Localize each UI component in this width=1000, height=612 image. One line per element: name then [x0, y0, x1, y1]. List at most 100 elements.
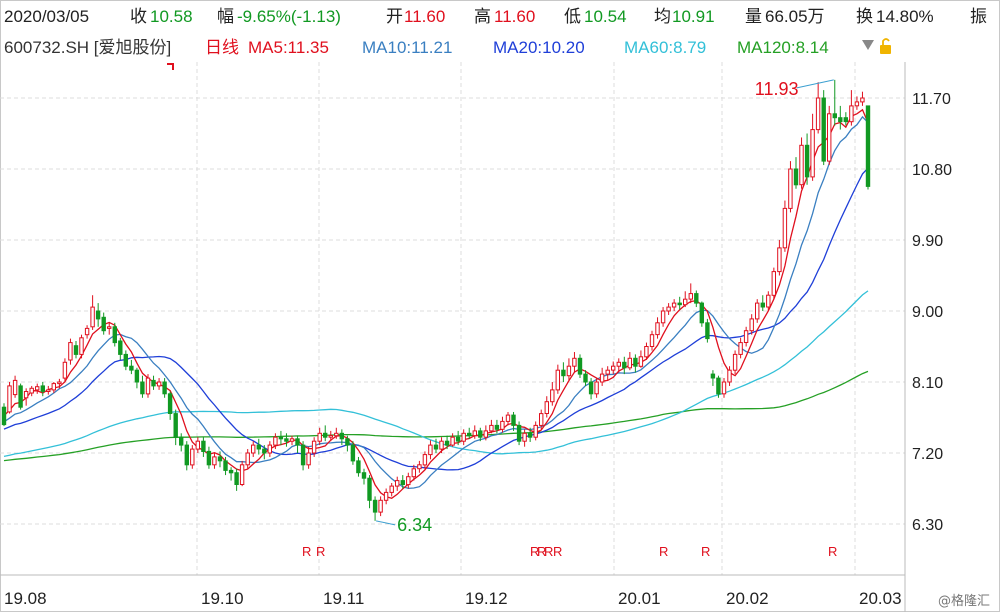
- candle-body: [95, 310, 101, 320]
- candle: [660, 307, 666, 327]
- candle: [777, 240, 782, 276]
- candle-body: [328, 435, 334, 438]
- turnover-value: 14.80%: [876, 7, 934, 26]
- candle: [289, 435, 295, 446]
- candle-body: [383, 491, 389, 501]
- x-tick-label: 20.03: [859, 589, 902, 608]
- volume-value: 66.05万: [765, 7, 825, 26]
- candle: [40, 382, 45, 397]
- candle: [129, 359, 134, 375]
- x-tick-label: 20.01: [618, 589, 661, 608]
- candle: [760, 295, 765, 311]
- ma-legend-bar: 600732.SH [爱旭股份] 日线 MA5:11.35 MA10:11.21…: [0, 34, 1000, 62]
- candle-body: [622, 361, 627, 369]
- candle-body: [666, 306, 671, 312]
- candle-body: [46, 389, 51, 392]
- candle-body: [179, 436, 184, 446]
- candle-body: [306, 452, 311, 466]
- candle: [655, 317, 660, 339]
- candle-body: [478, 430, 483, 438]
- candle-body: [450, 436, 455, 446]
- candle-body: [533, 424, 538, 438]
- candle-body: [516, 424, 522, 442]
- candle-body: [339, 432, 345, 440]
- candle-body: [644, 346, 649, 358]
- kline-chart[interactable]: 11.70 10.80 9.90 9.00 8.10 7.20 6.30 19.08 19.10…: [0, 0, 1000, 612]
- ma60-line: [3, 290, 869, 458]
- candle: [417, 460, 422, 473]
- candle-body: [821, 97, 826, 162]
- candle: [505, 411, 511, 426]
- candle-body: [793, 168, 799, 186]
- r-marker: R: [701, 544, 710, 559]
- candle: [190, 445, 195, 469]
- stock-symbol[interactable]: 600732.SH [爱旭股份]: [4, 34, 171, 62]
- candle: [234, 468, 239, 491]
- candle: [683, 291, 688, 308]
- open-value: 11.60: [404, 7, 446, 26]
- candle: [461, 429, 466, 446]
- candle-body: [599, 373, 605, 383]
- candle-body: [577, 357, 583, 375]
- candle-body: [68, 342, 73, 361]
- y-tick-label: 8.10: [912, 375, 943, 392]
- candle: [267, 441, 273, 457]
- candle-body: [527, 432, 533, 438]
- candle: [245, 449, 250, 469]
- candle-body: [300, 444, 306, 466]
- candle-body: [671, 302, 677, 308]
- candle: [838, 105, 843, 130]
- candle-body: [201, 440, 206, 453]
- close-value: 10.58: [150, 7, 193, 26]
- candle: [810, 113, 815, 181]
- candle-body: [134, 369, 140, 383]
- candle-body: [145, 377, 151, 395]
- candle-body: [511, 414, 516, 426]
- candle: [406, 472, 411, 489]
- candle-body: [223, 460, 228, 471]
- candle-body: [550, 389, 555, 403]
- period-label[interactable]: 日线: [205, 34, 239, 62]
- candle-body: [267, 444, 273, 454]
- candle-body: [721, 381, 727, 395]
- candle-body: [62, 361, 68, 379]
- candle-body: [782, 207, 788, 249]
- candle: [140, 375, 145, 398]
- candle: [84, 325, 90, 339]
- candle: [383, 488, 389, 505]
- candle-body: [555, 369, 560, 391]
- candle-body: [771, 271, 776, 296]
- candle-body: [12, 379, 18, 396]
- candle-body: [195, 440, 201, 450]
- candle-body: [40, 385, 45, 392]
- candle-body: [544, 401, 549, 415]
- candle: [649, 330, 655, 351]
- candle: [323, 425, 328, 442]
- candle: [638, 350, 644, 368]
- ma60-legend: MA60:8.79: [624, 38, 707, 57]
- x-tick-label: 19.10: [201, 589, 244, 608]
- candle-body: [500, 420, 505, 430]
- candle-body: [367, 477, 372, 501]
- candle-body: [289, 438, 295, 442]
- y-tick-label: 9.90: [912, 233, 943, 250]
- candle: [544, 396, 549, 418]
- candle: [633, 354, 638, 373]
- candle-body: [417, 464, 422, 470]
- candle-body: [799, 144, 804, 186]
- y-tick-label: 9.00: [912, 304, 943, 321]
- candle: [107, 322, 112, 335]
- turnover-label: 换: [856, 7, 873, 26]
- candle-body: [505, 414, 511, 422]
- candle-body: [123, 353, 128, 367]
- candle-body: [234, 472, 239, 486]
- candle: [101, 312, 106, 335]
- candle-body: [777, 247, 782, 273]
- y-tick-label: 7.20: [912, 446, 943, 463]
- candle-body: [439, 440, 444, 450]
- candle-body: [483, 430, 489, 438]
- high-annotation: 11.93: [755, 79, 799, 99]
- candle-body: [766, 294, 771, 308]
- x-tick-label: 19.12: [465, 589, 508, 608]
- candle-body: [755, 302, 760, 320]
